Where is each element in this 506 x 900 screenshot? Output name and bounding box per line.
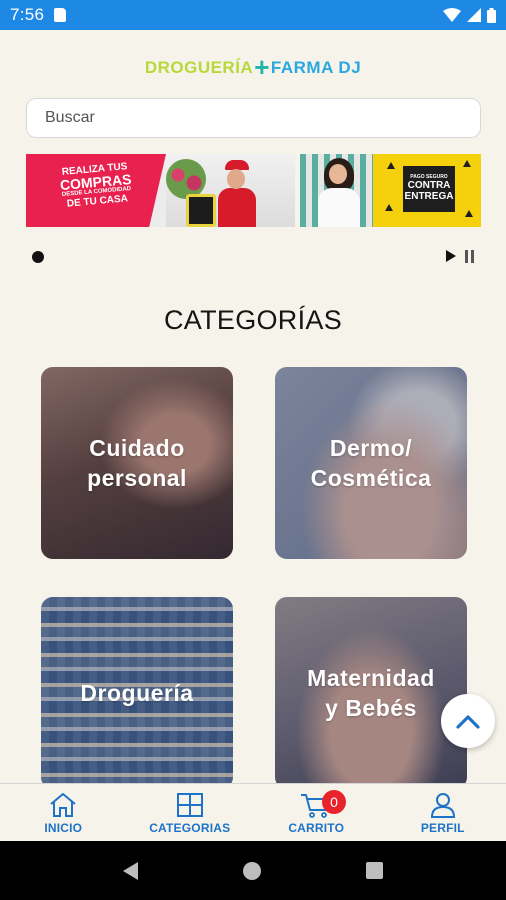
nav-label: PERFIL [420,821,465,835]
delivery-person-image [216,160,258,227]
status-time: 7:56 [10,5,45,24]
recent-apps-icon[interactable] [366,862,384,879]
status-bar: 7:56 [0,0,506,30]
nav-perfil[interactable]: PERFIL [380,784,506,841]
category-label: Maternidad y Bebés [307,665,435,721]
pause-icon[interactable] [464,250,475,263]
search-box[interactable] [26,98,481,138]
customer-image [314,158,364,227]
carousel-indicator-dot[interactable] [32,251,44,263]
scroll-to-top-button[interactable] [441,694,495,748]
category-label: Dermo/ Cosmética [310,435,432,491]
nav-label: CATEGORIAS [149,821,231,835]
promo-carousel[interactable]: REALIZA TUS COMPRAS DESDE LA COMODIDAD D… [26,154,481,227]
wifi-icon [443,8,461,22]
home-icon [50,793,76,817]
category-label: Droguería [80,680,194,706]
promo-text: REALIZA TUS COMPRAS DESDE LA COMODIDAD D… [59,161,133,210]
category-card-personal-care[interactable]: Cuidado personal [41,367,233,559]
category-label: Cuidado personal [87,435,187,491]
signal-icon [467,8,481,22]
categories-title: CATEGORÍAS [163,305,343,335]
sd-card-icon [54,8,67,22]
system-home-icon[interactable] [242,861,261,880]
nav-label: INICIO [44,821,83,835]
promo-pink-panel: REALIZA TUS COMPRAS DESDE LA COMODIDAD D… [26,154,166,227]
cart-count-badge: 0 [322,790,346,814]
promo-slide-cash-on-delivery[interactable]: PAGO SEGURO CONTRA ENTREGA [300,154,481,227]
play-icon[interactable] [446,250,456,262]
flowers-image [166,159,206,199]
grid-icon [176,793,203,817]
bottom-navigation: INICIO CATEGORIAS CARRITO 0 PERFIL [0,783,506,841]
chevron-up-icon [456,715,480,729]
battery-icon [487,7,496,23]
system-navigation-bar [0,841,506,900]
promo-yellow-panel: PAGO SEGURO CONTRA ENTREGA [373,154,481,227]
nav-categorias[interactable]: CATEGORIAS [127,784,254,841]
brand-logo: DROGUERÍA+FARMA DJ [144,52,362,82]
nav-label: CARRITO [288,821,345,835]
category-card-drugstore[interactable]: Droguería [41,597,233,789]
search-input[interactable] [45,109,462,127]
nav-inicio[interactable]: INICIO [0,784,127,841]
user-icon [430,793,455,818]
back-icon[interactable] [122,861,138,880]
cash-on-delivery-tag: PAGO SEGURO CONTRA ENTREGA [403,166,455,212]
app-header: DROGUERÍA+FARMA DJ [0,30,506,154]
nav-carrito[interactable]: CARRITO 0 [253,784,380,841]
delivery-box-image [186,194,216,227]
category-card-maternity-babies[interactable]: Maternidad y Bebés [275,597,467,789]
category-card-dermo-cosmetics[interactable]: Dermo/ Cosmética [275,367,467,559]
promo-slide-home-delivery[interactable]: REALIZA TUS COMPRAS DESDE LA COMODIDAD D… [26,154,295,227]
